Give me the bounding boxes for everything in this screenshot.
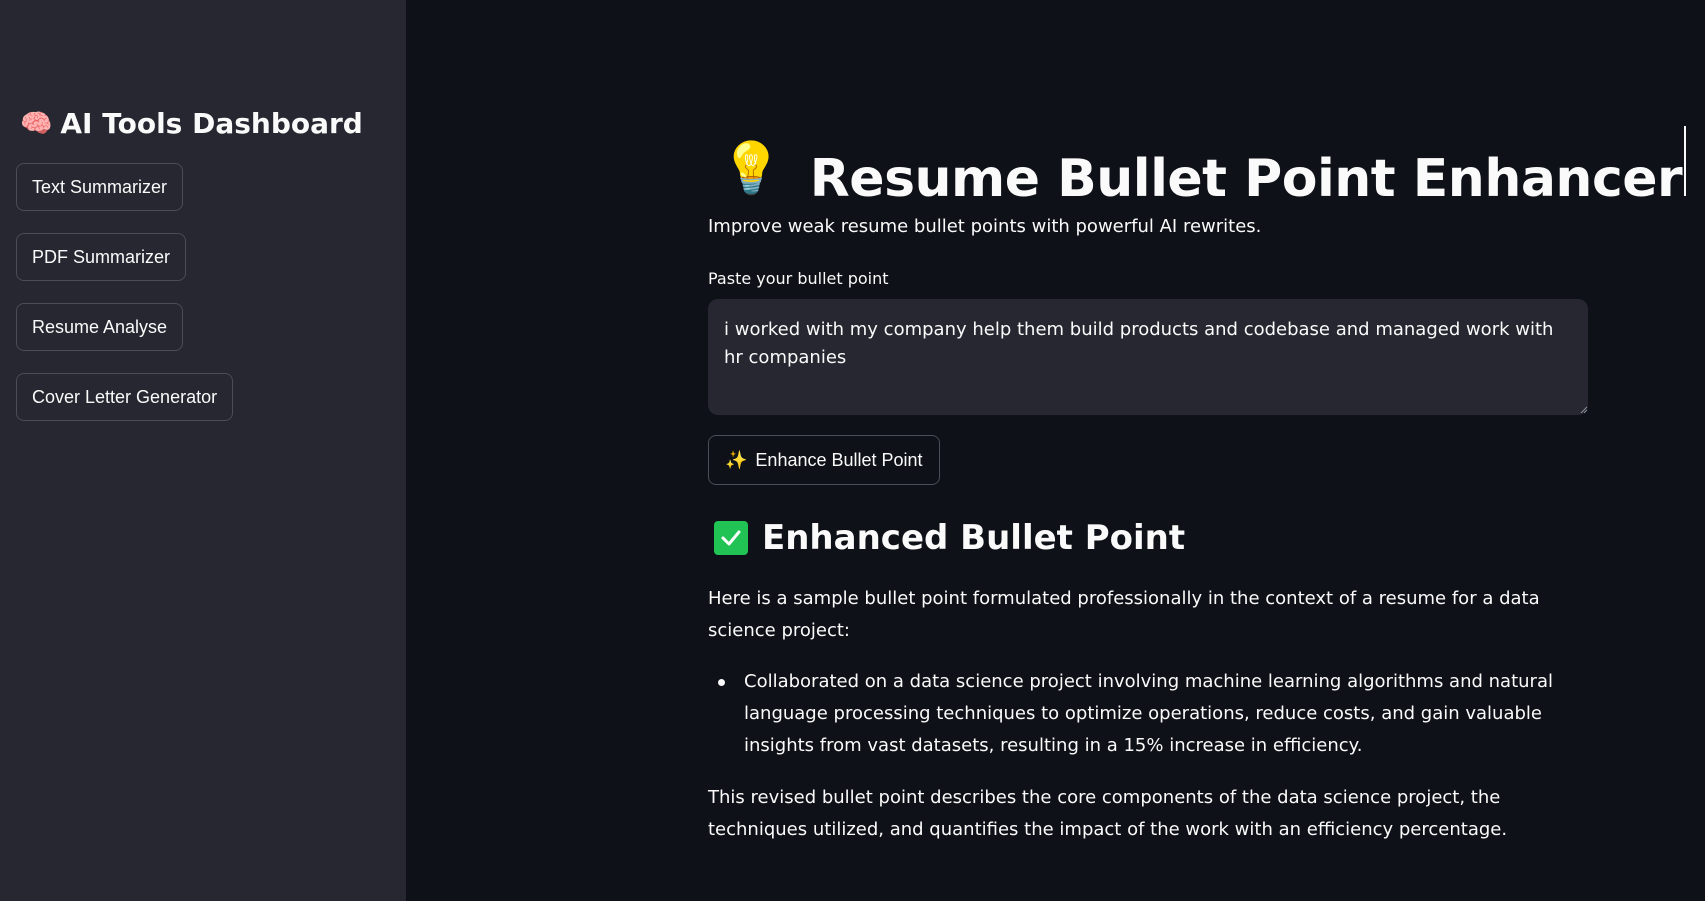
- bullet-input-label: Paste your bullet point: [708, 269, 889, 288]
- pdf-summarizer-button[interactable]: PDF Summarizer: [16, 233, 187, 281]
- check-mark-icon: [714, 521, 748, 555]
- app: 🧠 AI Tools Dashboard Text Summarizer PDF…: [0, 0, 1705, 901]
- text-summarizer-button[interactable]: Text Summarizer: [16, 163, 184, 211]
- bullet-dot: [718, 679, 725, 686]
- lightbulb-icon: 💡: [720, 138, 782, 197]
- result-heading: Enhanced Bullet Point: [714, 518, 1185, 558]
- page-title: 💡 Resume Bullet Point Enhancer: [720, 126, 1687, 209]
- list-item: Collaborated on a data science project i…: [708, 666, 1588, 762]
- result-heading-text: Enhanced Bullet Point: [762, 518, 1186, 558]
- sidebar-title: 🧠 AI Tools Dashboard: [20, 107, 363, 140]
- bullet-text: Collaborated on a data science project i…: [744, 671, 1553, 756]
- resize-handle-icon[interactable]: [1578, 404, 1588, 414]
- page-title-label: Resume Bullet Point Enhancer: [809, 149, 1683, 209]
- sparkles-icon: ✨: [725, 449, 748, 470]
- result-outro: This revised bullet point describes the …: [708, 787, 1508, 840]
- result-bullet-list: Collaborated on a data science project i…: [708, 666, 1588, 762]
- page-subtitle: Improve weak resume bullet points with p…: [708, 216, 1262, 237]
- page-title-text: Resume Bullet Point Enhancer: [809, 126, 1687, 209]
- enhance-button-label: Enhance Bullet Point: [755, 449, 923, 470]
- brain-icon: 🧠: [20, 108, 53, 139]
- bullet-point-input[interactable]: i worked with my company help them build…: [708, 299, 1588, 415]
- enhance-bullet-point-button[interactable]: ✨ Enhance Bullet Point: [708, 435, 940, 485]
- main-content: 💡 Resume Bullet Point Enhancer Improve w…: [406, 0, 1705, 901]
- sidebar-title-text: AI Tools Dashboard: [60, 107, 363, 140]
- sidebar: 🧠 AI Tools Dashboard Text Summarizer PDF…: [0, 0, 406, 901]
- cover-letter-generator-button[interactable]: Cover Letter Generator: [16, 373, 234, 421]
- result-intro: Here is a sample bullet point formulated…: [708, 588, 1540, 641]
- resume-analyse-button[interactable]: Resume Analyse: [16, 303, 184, 351]
- text-cursor: [1684, 126, 1687, 196]
